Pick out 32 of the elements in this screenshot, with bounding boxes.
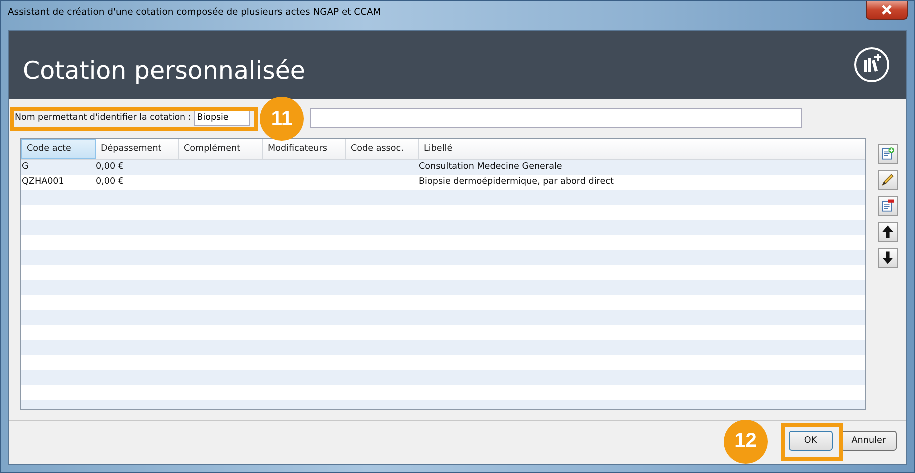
table-cell-text: 0,00 € [96,161,125,174]
column-header[interactable]: Dépassement [96,139,179,159]
field-label: Nom permettant d'identifier la cotation : [15,113,192,123]
pencil-icon [880,172,896,188]
input-field[interactable] [310,108,802,128]
document-remove-icon [880,198,896,214]
table-cell-text: 0,00 € [96,176,125,189]
window-title: Assistant de création d'une cotation composée de plusieurs actes NGAP et CCAM [8,7,382,18]
table-cell-text: G [21,161,30,174]
table-cell-text: QZHA001 [21,176,66,189]
books-add-icon [854,47,890,83]
close-button[interactable] [866,1,908,20]
close-icon [881,5,893,15]
document-remove-button[interactable] [878,196,898,216]
column-header[interactable]: Complément [179,139,263,159]
dialog-button[interactable]: OK [788,430,833,450]
arrow-up-icon [880,224,896,240]
page-title: Cotation personnalisée [23,56,306,84]
document-add-button[interactable] [878,144,898,164]
arrow-up-button[interactable] [878,222,898,242]
pencil-button[interactable] [878,170,898,190]
arrow-down-button[interactable] [878,248,898,268]
table-cell-text: Biopsie dermoépidermique, par abord direct [419,176,615,189]
column-header[interactable]: Code assoc. [346,139,419,159]
highlight-frame [780,422,843,460]
column-header[interactable]: Code acte [21,139,96,159]
document-add-icon [880,146,896,162]
table-cell-text: Consultation Medecine Generale [419,161,564,174]
column-header[interactable]: Libellé [419,139,865,159]
dialog-button[interactable]: Annuler [840,430,897,450]
name-input-field[interactable]: Biopsie [194,110,250,126]
arrow-down-icon [880,250,896,266]
